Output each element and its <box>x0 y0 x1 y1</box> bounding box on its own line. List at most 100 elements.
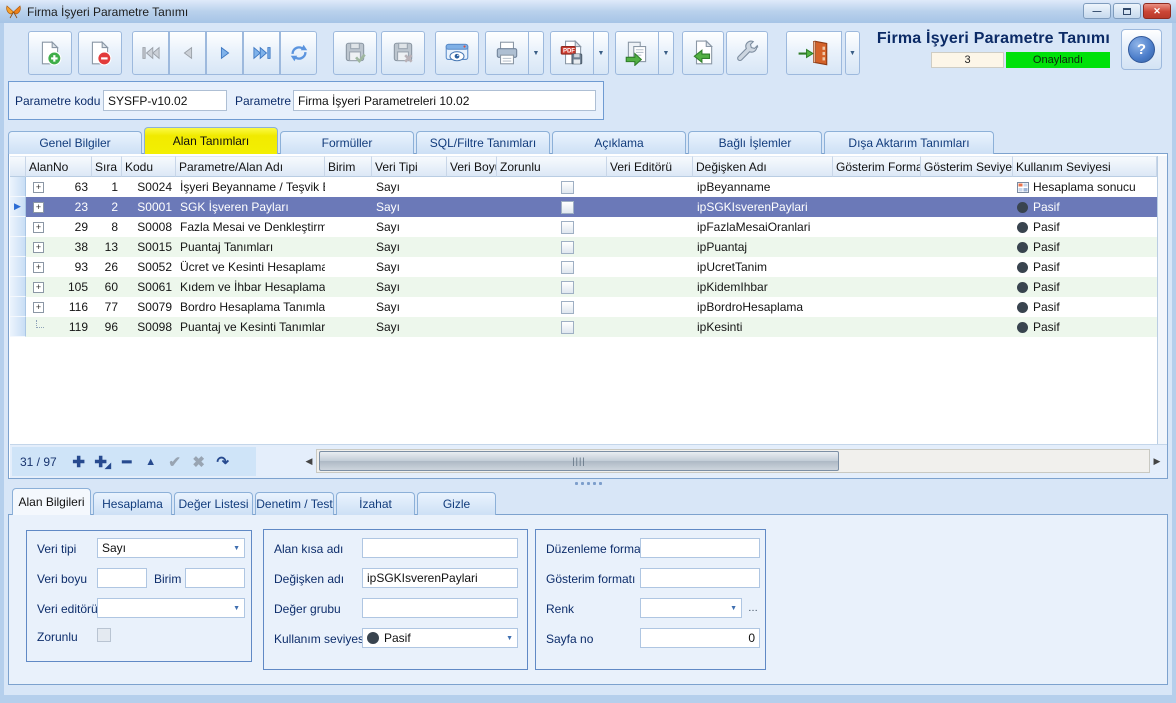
previous-record-button[interactable] <box>169 31 206 75</box>
settings-button[interactable] <box>726 31 768 75</box>
refresh-rows-button[interactable]: ↷ <box>211 450 235 474</box>
column-header-12[interactable]: Kullanım Seviyesi <box>1013 156 1157 177</box>
export-pdf-button[interactable]: PDF <box>550 31 594 75</box>
veri-boyu-input[interactable] <box>97 568 147 588</box>
zorunlu-checkbox[interactable] <box>561 281 574 294</box>
restore-button[interactable] <box>1113 3 1141 19</box>
close-button[interactable]: ✕ <box>1143 3 1171 19</box>
zorunlu-checkbox[interactable] <box>561 221 574 234</box>
zorunlu-checkbox[interactable] <box>561 181 574 194</box>
tree-expand-icon[interactable]: + <box>33 242 44 253</box>
save-approve-button[interactable] <box>333 31 377 75</box>
alan-kisa-adi-input[interactable] <box>362 538 518 558</box>
copy-dropdown-button[interactable]: ▼ <box>659 31 674 75</box>
column-header-3[interactable]: Parametre/Alan Adı <box>176 156 325 177</box>
gosterim-formati-input[interactable] <box>640 568 760 588</box>
parameter-name-input[interactable] <box>293 90 596 111</box>
minimize-button[interactable]: — <box>1083 3 1111 19</box>
zorunlu-checkbox[interactable] <box>561 261 574 274</box>
preview-button[interactable] <box>435 31 479 75</box>
tab-main-0[interactable]: Genel Bilgiler <box>8 131 142 154</box>
help-button[interactable]: ? <box>1121 29 1162 70</box>
tab-main-2[interactable]: Formüller <box>280 131 414 154</box>
zorunlu-checkbox[interactable] <box>97 628 111 642</box>
column-header-2[interactable]: Kodu <box>122 156 176 177</box>
tree-expand-icon[interactable]: + <box>33 302 44 313</box>
tree-expand-icon[interactable]: + <box>33 182 44 193</box>
refresh-button[interactable] <box>280 31 317 75</box>
tab-bottom-4[interactable]: İzahat <box>336 492 415 515</box>
tab-main-5[interactable]: Bağlı İşlemler <box>688 131 822 154</box>
first-record-button[interactable] <box>132 31 169 75</box>
print-button[interactable] <box>485 31 529 75</box>
veri-tipi-select[interactable]: Sayı ▼ <box>97 538 245 558</box>
tree-expand-icon[interactable]: + <box>33 262 44 273</box>
tree-expand-icon[interactable]: + <box>33 202 44 213</box>
tab-bottom-1[interactable]: Hesaplama <box>93 492 172 515</box>
column-header-0[interactable]: AlanNo <box>26 156 92 177</box>
column-header-4[interactable]: Birim <box>325 156 372 177</box>
tab-bottom-3[interactable]: Denetim / Test <box>255 492 334 515</box>
column-header-9[interactable]: Değişken Adı <box>693 156 833 177</box>
sayfa-no-input[interactable] <box>640 628 760 648</box>
grid-row-6[interactable]: +11677S0079Bordro Hesaplama TanımlarıSay… <box>10 297 1157 317</box>
column-header-5[interactable]: Veri Tipi <box>372 156 447 177</box>
copy-record-button[interactable] <box>615 31 659 75</box>
delete-record-button[interactable] <box>78 31 122 75</box>
tree-expand-icon[interactable]: + <box>33 222 44 233</box>
add-row-button[interactable]: ✚ <box>67 450 91 474</box>
duzenleme-formati-input[interactable] <box>640 538 760 558</box>
column-header-10[interactable]: Gösterim Formatı <box>833 156 921 177</box>
new-record-button[interactable] <box>28 31 72 75</box>
cancel-button[interactable]: ✖ <box>187 450 211 474</box>
column-header-6[interactable]: Veri Boyu <box>447 156 497 177</box>
column-header-7[interactable]: Zorunlu <box>497 156 607 177</box>
grid-row-7[interactable]: 11996S0098Puantaj ve Kesinti TanımlarıSa… <box>10 317 1157 337</box>
tab-bottom-0[interactable]: Alan Bilgileri <box>12 488 91 515</box>
grid-row-1[interactable]: ▶+232S0001SGK İşveren PaylarıSayıipSGKIs… <box>10 197 1157 217</box>
move-up-button[interactable]: ▲ <box>139 450 163 474</box>
grid-row-2[interactable]: +298S0008Fazla Mesai ve Denkleştirme Tan… <box>10 217 1157 237</box>
veri-editoru-select[interactable]: ▼ <box>97 598 245 618</box>
tab-main-4[interactable]: Açıklama <box>552 131 686 154</box>
tree-expand-icon[interactable]: + <box>33 282 44 293</box>
exit-button[interactable] <box>786 31 842 75</box>
pdf-dropdown-button[interactable]: ▼ <box>594 31 609 75</box>
print-dropdown-button[interactable]: ▼ <box>529 31 544 75</box>
grid-row-4[interactable]: +9326S0052Ücret ve Kesinti Hesaplama Tan… <box>10 257 1157 277</box>
next-record-button[interactable] <box>206 31 243 75</box>
confirm-button[interactable]: ✔ <box>163 450 187 474</box>
kullanim-seviyesi-select[interactable]: Pasif ▼ <box>362 628 518 648</box>
grid-row-3[interactable]: +3813S0015Puantaj TanımlarıSayıipPuantaj… <box>10 237 1157 257</box>
deger-grubu-input[interactable] <box>362 598 518 618</box>
column-header-1[interactable]: Sıra▲ <box>92 156 122 177</box>
zorunlu-checkbox[interactable] <box>561 241 574 254</box>
grid-vertical-scrollbar[interactable] <box>1157 156 1167 444</box>
column-header-8[interactable]: Veri Editörü <box>607 156 693 177</box>
degisken-adi-input[interactable] <box>362 568 518 588</box>
grid-row-5[interactable]: +10560S0061Kıdem ve İhbar Hesaplama Tanı… <box>10 277 1157 297</box>
tab-main-6[interactable]: Dışa Aktarım Tanımları <box>824 131 994 154</box>
last-record-button[interactable] <box>243 31 280 75</box>
tab-main-3[interactable]: SQL/Filtre Tanımları <box>416 131 550 154</box>
panel-splitter[interactable] <box>566 479 610 487</box>
zorunlu-checkbox[interactable] <box>561 321 574 334</box>
tab-bottom-5[interactable]: Gizle <box>417 492 496 515</box>
renk-select[interactable]: ▼ <box>640 598 742 618</box>
grid-horizontal-scrollbar[interactable]: |||| <box>316 449 1150 473</box>
column-header-11[interactable]: Gösterim Seviyesi <box>921 156 1013 177</box>
save-cancel-button[interactable] <box>381 31 425 75</box>
hscroll-right-arrow[interactable]: ▶ <box>1150 450 1164 472</box>
hscroll-left-arrow[interactable]: ◀ <box>302 450 316 472</box>
import-record-button[interactable] <box>682 31 724 75</box>
renk-picker-button[interactable]: … <box>744 599 762 617</box>
grid-row-0[interactable]: +631S0024İşyeri Beyanname / Teşvik Bilgi… <box>10 177 1157 197</box>
tab-main-1[interactable]: Alan Tanımları <box>144 127 278 154</box>
add-child-row-button[interactable]: ✚◢ <box>91 450 115 474</box>
parameter-code-input[interactable] <box>103 90 227 111</box>
zorunlu-checkbox[interactable] <box>561 301 574 314</box>
delete-row-button[interactable]: ━ <box>115 450 139 474</box>
birim-input[interactable] <box>185 568 245 588</box>
tab-bottom-2[interactable]: Değer Listesi <box>174 492 253 515</box>
zorunlu-checkbox[interactable] <box>561 201 574 214</box>
